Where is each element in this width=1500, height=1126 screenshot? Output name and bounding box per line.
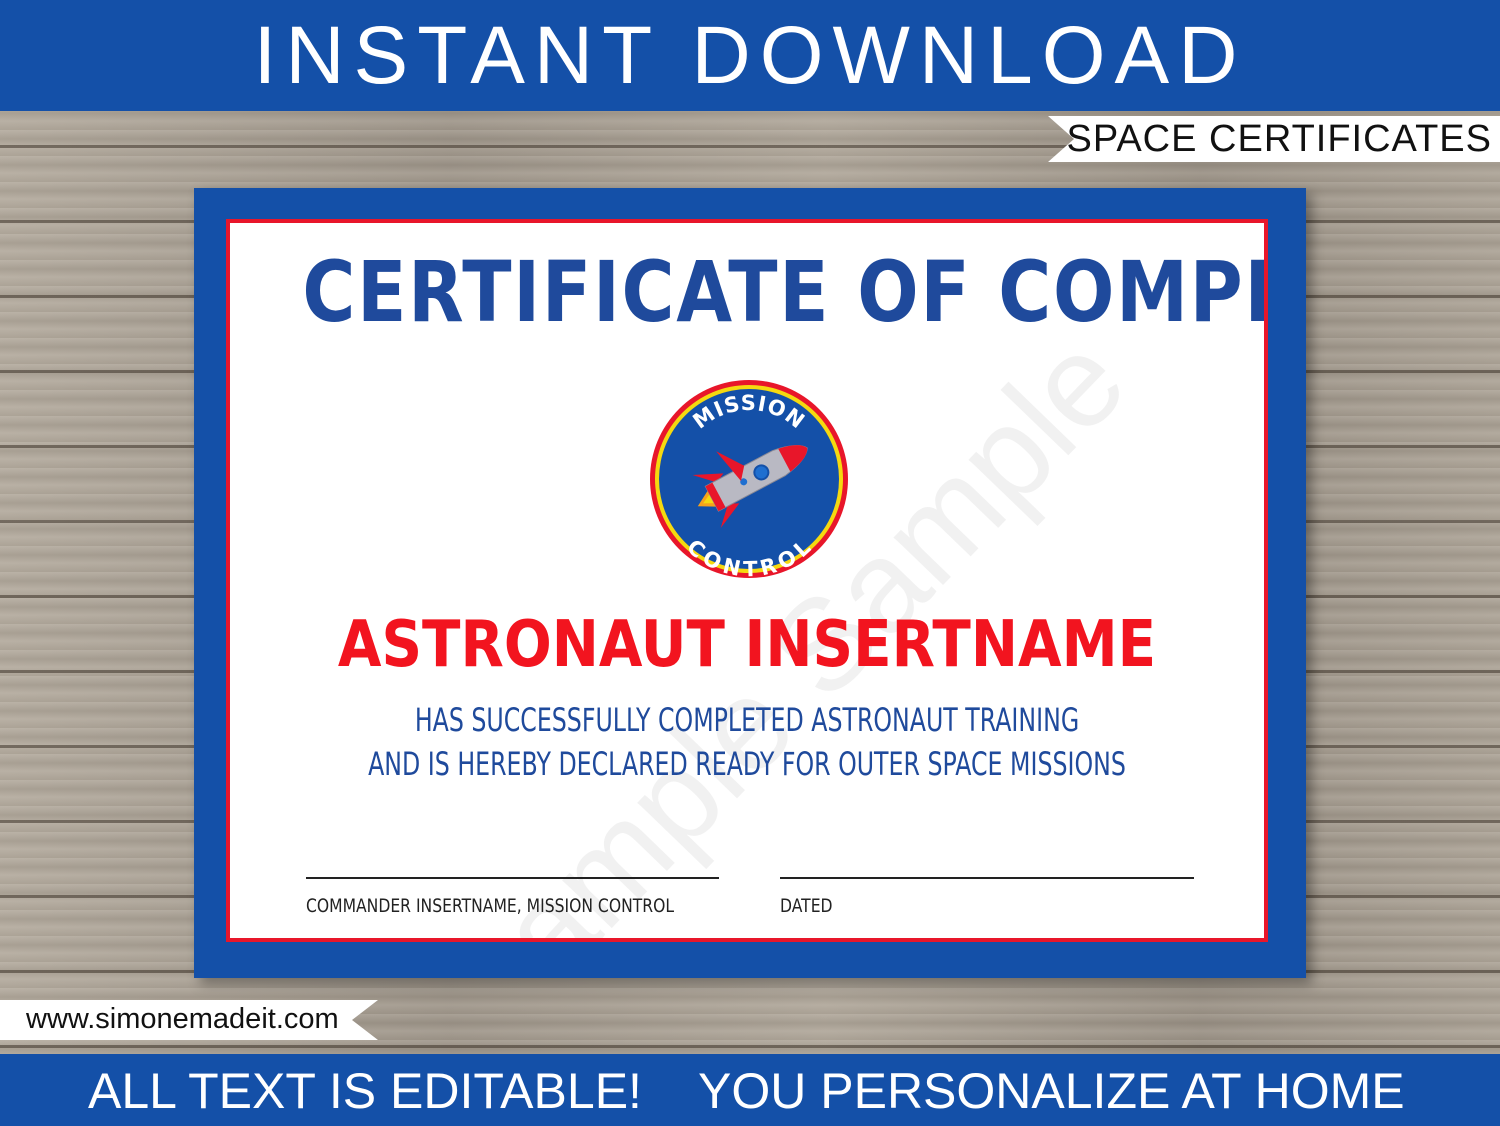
editable-text-notice: ALL TEXT IS EDITABLE!	[88, 1063, 642, 1119]
recipient-name: ASTRONAUT INSERTNAME	[337, 608, 1157, 682]
website-ribbon: www.simonemadeit.com	[0, 1000, 378, 1040]
top-banner: INSTANT DOWNLOAD	[0, 0, 1500, 111]
signature-label: COMMANDER INSERTNAME, MISSION CONTROL	[306, 895, 675, 917]
certificate-frame: Sample Sample CERTIFICATE OF COMPLETION …	[194, 188, 1306, 978]
statement-line-2: AND IS HEREBY DECLARED READY FOR OUTER S…	[368, 745, 1126, 783]
category-ribbon-text: SPACE CERTIFICATES	[1066, 118, 1492, 160]
date-line	[780, 877, 1194, 879]
personalize-notice: YOU PERSONALIZE AT HOME	[698, 1063, 1405, 1119]
bottom-banner: ALL TEXT IS EDITABLE! YOU PERSONALIZE AT…	[0, 1054, 1500, 1126]
signature-line	[306, 877, 719, 879]
date-label: DATED	[780, 895, 833, 917]
certificate-title: CERTIFICATE OF COMPLETION	[302, 243, 1268, 341]
top-banner-title: INSTANT DOWNLOAD	[253, 9, 1247, 101]
mission-control-badge: MISSION CONTROL	[650, 380, 848, 580]
certificate-body: Sample Sample CERTIFICATE OF COMPLETION …	[226, 219, 1268, 942]
sample-watermark: Sample Sample	[410, 306, 1153, 942]
website-link[interactable]: www.simonemadeit.com	[26, 1003, 339, 1036]
statement-line-1: HAS SUCCESSFULLY COMPLETED ASTRONAUT TRA…	[414, 701, 1080, 739]
category-ribbon: SPACE CERTIFICATES	[1048, 116, 1500, 162]
